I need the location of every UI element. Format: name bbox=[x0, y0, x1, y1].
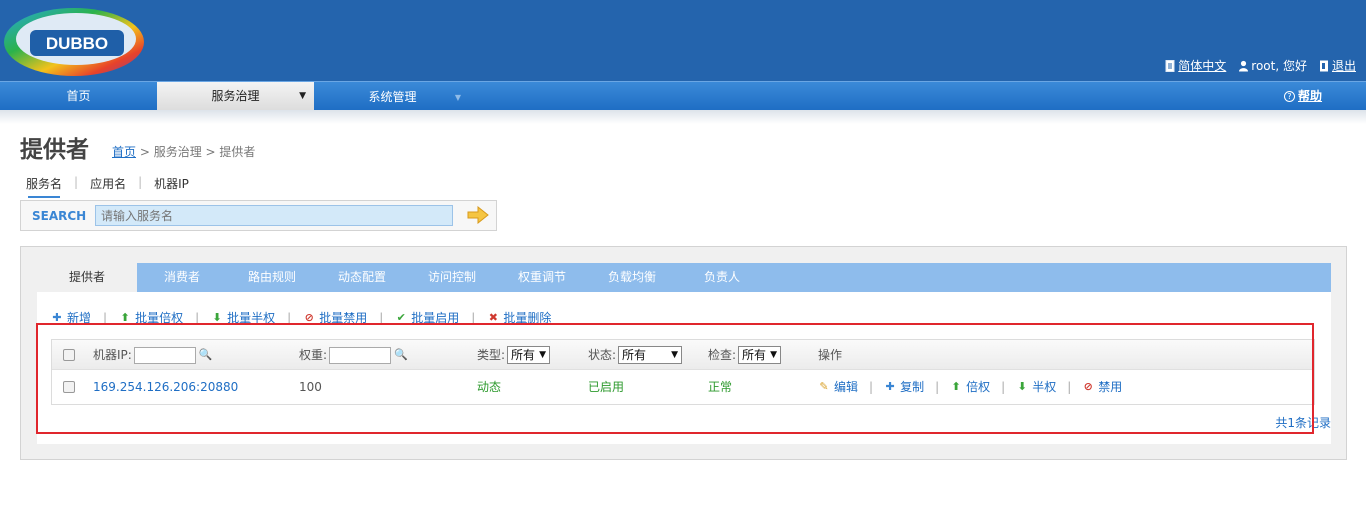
user-greeting: root, 您好 bbox=[1251, 59, 1307, 73]
logout-icon bbox=[1319, 60, 1328, 71]
tab-routes[interactable]: 路由规则 bbox=[227, 263, 317, 292]
svg-text:DUBBO: DUBBO bbox=[46, 34, 108, 53]
nav-shadow bbox=[0, 110, 1366, 124]
plus-icon: ✚ bbox=[52, 310, 62, 324]
check-icon: ✔ bbox=[396, 310, 406, 324]
logout-link[interactable]: 退出 bbox=[1319, 57, 1356, 74]
dubbo-logo[interactable]: DUBBO bbox=[2, 4, 146, 78]
logout-label[interactable]: 退出 bbox=[1332, 57, 1356, 74]
arrow-right-icon[interactable] bbox=[467, 206, 489, 224]
nav-help-label[interactable]: 帮助 bbox=[1298, 82, 1322, 111]
tab-access-control[interactable]: 访问控制 bbox=[407, 263, 497, 292]
arrow-up-icon: ⬆ bbox=[120, 310, 130, 324]
divider: | bbox=[138, 175, 143, 189]
search-label: SEARCH bbox=[32, 209, 87, 223]
search-tab-service[interactable]: 服务名 bbox=[26, 175, 62, 198]
user-info: root, 您好 bbox=[1238, 57, 1307, 74]
nav-service-governance[interactable]: 服务治理 ▼ bbox=[157, 82, 314, 111]
provider-tabs: 提供者 消费者 路由规则 动态配置 访问控制 权重调节 负载均衡 负责人 bbox=[37, 263, 1331, 292]
nav-system-management-label: 系统管理 bbox=[368, 90, 417, 104]
nav-system-management[interactable]: 系统管理 ▼ bbox=[314, 82, 471, 111]
delete-icon: ✖ bbox=[488, 310, 498, 324]
language-label[interactable]: 简体中文 bbox=[1178, 57, 1226, 74]
highlight-box bbox=[36, 323, 1314, 434]
header: DUBBO 简体中文 root, 您好 退出 bbox=[0, 0, 1366, 81]
divider: | bbox=[74, 175, 79, 189]
header-links: 简体中文 root, 您好 退出 bbox=[1165, 57, 1356, 74]
page-title: 提供者 bbox=[20, 137, 89, 163]
tab-overrides[interactable]: 动态配置 bbox=[317, 263, 407, 292]
search-type-tabs: 服务名 | 应用名 | 机器IP bbox=[26, 175, 189, 198]
search-tab-application[interactable]: 应用名 bbox=[90, 175, 126, 192]
arrow-down-icon: ⬇ bbox=[212, 310, 222, 324]
tab-weights[interactable]: 权重调节 bbox=[497, 263, 587, 292]
nav-service-governance-label: 服务治理 bbox=[211, 89, 260, 103]
search-input[interactable] bbox=[95, 205, 453, 226]
caret-down-icon: ▼ bbox=[454, 93, 461, 102]
user-icon bbox=[1239, 60, 1249, 71]
ban-icon: ⊘ bbox=[304, 310, 314, 324]
language-link[interactable]: 简体中文 bbox=[1165, 57, 1226, 74]
tab-load-balance[interactable]: 负载均衡 bbox=[587, 263, 677, 292]
tab-consumers[interactable]: 消费者 bbox=[137, 263, 227, 292]
caret-down-icon: ▼ bbox=[299, 91, 306, 101]
breadcrumb-home[interactable]: 首页 bbox=[112, 145, 136, 159]
main-nav: 首页 服务治理 ▼ 系统管理 ▼ ? 帮助 bbox=[0, 81, 1366, 111]
help-icon: ? bbox=[1284, 91, 1295, 102]
breadcrumb: 首页 > 服务治理 > 提供者 bbox=[112, 143, 255, 160]
document-icon bbox=[1165, 59, 1175, 72]
tab-providers[interactable]: 提供者 bbox=[37, 263, 137, 292]
nav-home[interactable]: 首页 bbox=[0, 82, 157, 111]
search-box: SEARCH bbox=[20, 200, 497, 231]
breadcrumb-trail: > 服务治理 > 提供者 bbox=[136, 145, 256, 159]
tab-owners[interactable]: 负责人 bbox=[677, 263, 767, 292]
search-tab-ip[interactable]: 机器IP bbox=[154, 175, 189, 192]
nav-help[interactable]: ? 帮助 bbox=[1284, 82, 1344, 111]
